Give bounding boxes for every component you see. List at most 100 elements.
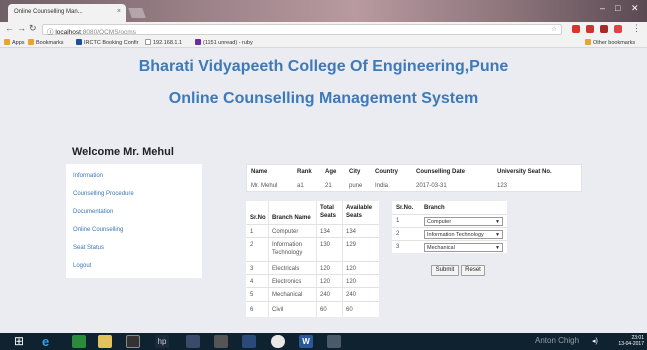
header-university-seat: University Seat No. [497,169,552,175]
header-total-seats: Total Seats [320,205,337,219]
branch-preference-form: Sr.No. Branch 1 Computer ▼ 2 Information … [392,201,507,253]
preference-select-1[interactable]: Computer ▼ [424,217,503,226]
menu-kebab-icon[interactable]: ⋮ [632,23,641,34]
header-country: Country [375,169,398,175]
address-bar[interactable]: ⓘ localhost:8080/OCMS/ocms ☆ [42,24,562,36]
bookmark-other[interactable]: Other bookmarks [585,39,635,46]
url-host: localhost [55,29,81,36]
apps-icon [4,39,10,45]
page-icon [145,39,151,45]
value-rank: a1 [297,183,304,189]
bookmark-star-icon[interactable]: ☆ [551,25,557,33]
reset-button[interactable]: Reset [461,265,485,276]
bookmark-router[interactable]: 192.168.1.1 [145,39,182,46]
back-icon[interactable]: ← [5,23,14,33]
user-overlay-text: Anton Chigh [535,336,580,345]
reload-icon[interactable]: ↻ [29,23,37,34]
url-path: :8080/OCMS/ocms [80,29,136,36]
header-rank: Rank [297,169,312,175]
extension-icon-2[interactable] [586,25,594,33]
table-row: 5 Mechanical 240 240 [246,287,379,301]
dropdown-arrow-icon: ▼ [495,245,500,251]
header-srno: Sr.No [250,215,266,221]
bookmark-irctc[interactable]: IRCTC Booking Confir [76,39,138,46]
preference-select-2[interactable]: Information Technology ▼ [424,230,503,239]
app-icon-2[interactable] [214,335,228,348]
table-row: 1 Computer 134 134 [246,224,379,237]
header-available-seats: Available Seats [346,205,373,219]
header-pref-branch: Branch [424,205,445,211]
store-icon[interactable] [72,335,86,348]
extension-icon-4[interactable] [614,25,622,33]
table-row: 2 Information Technology 130 129 [246,237,379,261]
header-counselling-date: Counselling Date [416,169,466,175]
chrome-icon[interactable] [271,335,285,348]
extension-icon-1[interactable] [572,25,580,33]
windows-taskbar: ⊞ e hp W Anton Chigh ◂) 23:01 13-04-2017 [0,333,647,350]
table-row: 4 Electronics 120 120 [246,274,379,287]
forward-icon[interactable]: → [17,23,26,33]
header-pref-srno: Sr.No. [396,205,414,211]
menu-documentation[interactable]: Documentation [73,209,113,215]
system-title: Online Counselling Management System [168,90,479,107]
bookmarks-bar: Apps Bookmarks IRCTC Booking Confir 192.… [0,37,647,48]
dropdown-arrow-icon: ▼ [495,232,500,238]
file-explorer-icon[interactable] [98,335,112,348]
app-icon-4[interactable] [327,335,341,348]
tab-close-icon[interactable]: × [117,8,121,15]
app-icon-3[interactable] [242,335,256,348]
app-icon-1[interactable] [186,335,200,348]
value-age: 21 [325,183,332,189]
hp-icon[interactable]: hp [155,335,169,348]
college-title: Bharati Vidyapeeth College Of Engineerin… [138,58,509,75]
menu-logout[interactable]: Logout [73,263,91,269]
word-icon[interactable]: W [299,335,313,348]
branch-seats-table: Sr.No Branch Name Total Seats Available … [246,201,379,317]
menu-online-counselling[interactable]: Online Counselling [73,227,123,233]
star-icon [28,39,34,45]
menu-seat-status[interactable]: Seat Status [73,245,104,251]
maximize-icon[interactable]: □ [615,3,620,13]
bookmark-apps[interactable]: Apps [4,39,25,46]
side-menu: Information Counselling Procedure Docume… [66,164,202,278]
preference-row: 1 Computer ▼ [392,214,507,227]
irctc-icon [76,39,82,45]
header-branch-name: Branch Name [272,215,311,221]
browser-tab[interactable]: Online Counselling Man... × [8,4,126,22]
internet-explorer-icon[interactable]: e [42,335,56,348]
browser-toolbar: ← → ↻ ⓘ localhost:8080/OCMS/ocms ☆ ⋮ [0,22,647,37]
close-window-icon[interactable]: ✕ [631,3,639,14]
preference-row: 3 Mechanical ▼ [392,240,507,253]
yahoo-icon [195,39,201,45]
windows-start-icon[interactable]: ⊞ [14,335,28,348]
media-player-icon[interactable] [126,335,140,348]
minimize-icon[interactable]: – [600,3,605,13]
extension-icon-3[interactable] [600,25,608,33]
folder-icon [585,39,591,45]
table-row: 6 Civil 60 60 [246,301,379,317]
header-city: City [349,169,361,175]
page-content: Bharati Vidyapeeth College Of Engineerin… [0,48,647,333]
browser-tab-bar: Online Counselling Man... × – □ ✕ [0,0,647,22]
volume-icon[interactable]: ◂) [592,337,598,345]
student-info-table: Name Rank Age City Country Counselling D… [246,164,582,192]
tab-title: Online Counselling Man... [14,9,83,15]
header-name: Name [251,169,268,175]
dropdown-arrow-icon: ▼ [495,219,500,225]
bookmark-mail[interactable]: (1151 unread) - ruby [195,39,253,46]
preference-select-3[interactable]: Mechanical ▼ [424,243,503,252]
value-counselling-date: 2017-03-31 [416,183,447,189]
submit-button[interactable]: Submit [431,265,459,276]
preference-row: 2 Information Technology ▼ [392,227,507,240]
table-row: 3 Electricals 120 120 [246,261,379,274]
value-university-seat: 123 [497,183,508,189]
value-country: India [375,183,389,189]
header-age: Age [325,169,337,175]
value-name: Mr. Mehul [251,183,278,189]
clock[interactable]: 23:01 13-04-2017 [608,335,644,347]
menu-counselling-procedure[interactable]: Counselling Procedure [73,191,134,197]
menu-information[interactable]: Information [73,173,103,179]
new-tab-button[interactable] [128,8,146,18]
value-city: pune [349,183,363,189]
bookmark-bookmarks[interactable]: Bookmarks [28,39,64,46]
